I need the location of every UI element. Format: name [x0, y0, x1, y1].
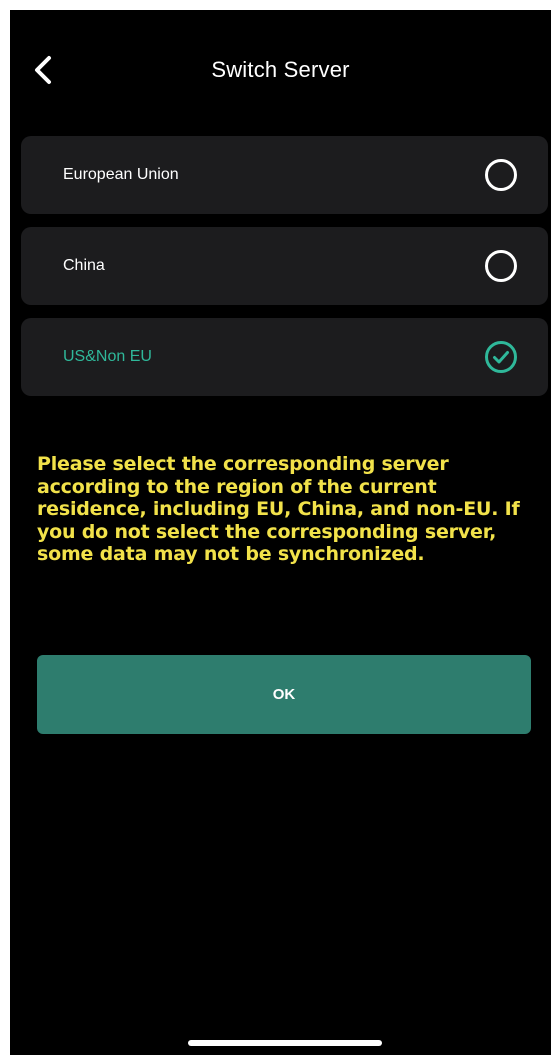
server-label: US&Non EU: [63, 348, 152, 365]
ok-button[interactable]: OK: [37, 655, 531, 734]
server-option-us-non-eu[interactable]: US&Non EU: [21, 318, 548, 396]
radio-checked-icon[interactable]: [484, 340, 518, 374]
server-notice-text: Please select the corresponding server a…: [37, 453, 520, 565]
page-title: Switch Server: [211, 57, 350, 82]
home-indicator: [188, 1040, 382, 1046]
server-label: China: [63, 257, 105, 274]
radio-unchecked-icon[interactable]: [484, 249, 518, 283]
radio-unchecked-icon[interactable]: [484, 158, 518, 192]
header: Switch Server: [10, 48, 551, 92]
server-option-china[interactable]: China: [21, 227, 548, 305]
server-option-eu[interactable]: European Union: [21, 136, 548, 214]
app-screen: Switch Server European Union China US&No…: [10, 10, 551, 1055]
server-label: European Union: [63, 166, 179, 183]
server-list: European Union China US&Non EU: [21, 136, 548, 409]
